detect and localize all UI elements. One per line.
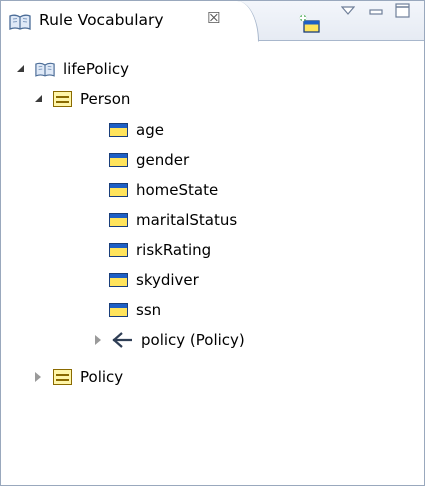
tree-item-attribute-maritalstatus[interactable]: maritalStatus [109, 206, 237, 234]
attribute-icon [109, 213, 128, 227]
close-icon[interactable]: ☒ [207, 9, 220, 27]
entity-icon [53, 369, 72, 385]
attribute-icon [109, 273, 128, 287]
entity-icon [53, 91, 72, 107]
tree-item-label: Policy [80, 368, 124, 386]
view-header: Rule Vocabulary ☒ [1, 1, 424, 42]
attribute-icon [109, 153, 128, 167]
association-icon [112, 332, 132, 348]
tree-item-attribute-homestate[interactable]: homeState [109, 176, 218, 204]
maximize-icon[interactable] [395, 3, 410, 18]
tree-item-attribute-riskrating[interactable]: riskRating [109, 236, 211, 264]
book-icon [35, 62, 55, 77]
tree-item-attribute-ssn[interactable]: ssn [109, 296, 161, 324]
tree-item-label: gender [136, 151, 190, 169]
tree-item-lifepolicy[interactable]: lifePolicy [15, 55, 129, 83]
attribute-icon [109, 303, 128, 317]
attribute-icon [109, 123, 128, 137]
book-icon [9, 14, 31, 30]
tree-item-person[interactable]: Person [33, 85, 130, 113]
tree-item-policy[interactable]: Policy [33, 363, 123, 391]
tree-item-label: policy (Policy) [141, 331, 245, 349]
tree-item-attribute-gender[interactable]: gender [109, 146, 189, 174]
tree-item-association-policy[interactable]: policy (Policy) [93, 326, 245, 354]
tree-item-label: homeState [136, 181, 219, 199]
tab-rule-vocabulary[interactable]: Rule Vocabulary ☒ [1, 1, 259, 42]
rule-vocabulary-view: Rule Vocabulary ☒ lifePolicy Person age … [0, 0, 425, 486]
collapse-icon[interactable] [33, 93, 45, 105]
tree-item-label: riskRating [136, 241, 212, 259]
tab-title: Rule Vocabulary [39, 11, 164, 29]
attribute-icon [109, 243, 128, 257]
tree-item-label: age [136, 121, 164, 139]
tree-item-label: Person [80, 90, 131, 108]
collapse-icon[interactable] [15, 63, 27, 75]
minimize-icon[interactable] [369, 7, 383, 17]
expand-icon[interactable] [33, 371, 45, 383]
new-vocabulary-icon[interactable] [298, 13, 320, 33]
tree-item-label: lifePolicy [63, 60, 129, 78]
attribute-icon [109, 183, 128, 197]
view-menu-icon[interactable] [341, 6, 355, 16]
tree-item-attribute-skydiver[interactable]: skydiver [109, 266, 199, 294]
tree-item-attribute-age[interactable]: age [109, 116, 164, 144]
tree-item-label: maritalStatus [136, 211, 238, 229]
tree-item-label: skydiver [136, 271, 199, 289]
expand-icon[interactable] [93, 334, 105, 346]
tree-item-label: ssn [136, 301, 162, 319]
